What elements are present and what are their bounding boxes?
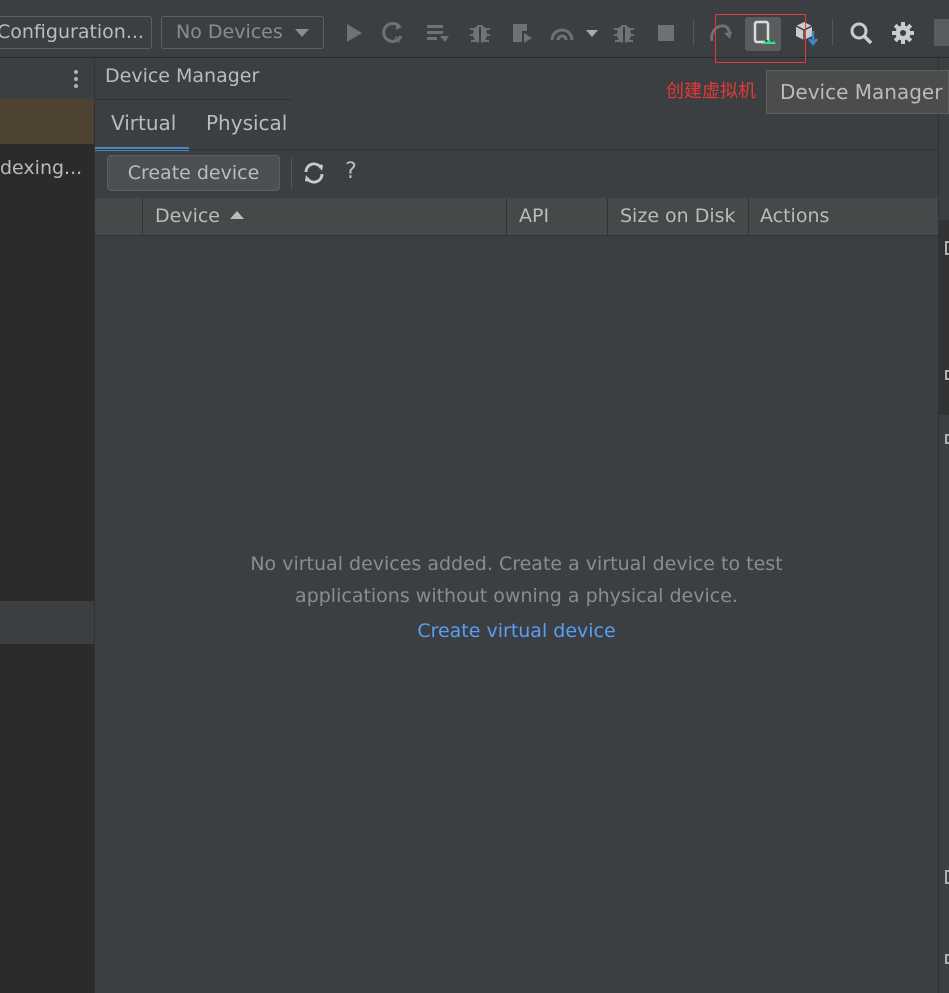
tooltip: Device Manager	[766, 70, 949, 114]
background-task-status: dexing...	[0, 144, 94, 194]
apply-changes-icon[interactable]: A	[380, 18, 408, 48]
device-table-header: Device API Size on Disk Actions	[95, 198, 938, 236]
tool-window-icon[interactable]	[945, 870, 949, 884]
empty-state-message: No virtual devices added. Create a virtu…	[95, 548, 938, 612]
create-virtual-device-link-text[interactable]: Create virtual device	[417, 620, 615, 642]
column-header-label: Device	[155, 205, 220, 227]
tool-window-icon[interactable]	[945, 434, 949, 444]
debug-attach-icon[interactable]	[611, 18, 639, 48]
device-selector[interactable]: No Devices	[161, 16, 324, 49]
toolbar-overflow-control[interactable]	[934, 19, 949, 46]
project-panel-divider-row	[0, 601, 94, 644]
attach-debugger-icon[interactable]	[548, 18, 576, 48]
divider	[95, 99, 293, 100]
svg-text:A: A	[393, 35, 400, 45]
toolbar-separator	[291, 158, 292, 188]
empty-state-line: No virtual devices added. Create a virtu…	[250, 553, 783, 575]
project-panel: dexing...	[0, 58, 95, 993]
more-dropdown-icon[interactable]	[578, 18, 606, 48]
project-panel-header	[0, 58, 94, 99]
gear-icon[interactable]	[889, 18, 917, 48]
run-configuration-selector[interactable]: Configuration...	[0, 16, 152, 49]
column-header-actions[interactable]: Actions	[748, 198, 938, 235]
create-device-button[interactable]: Create device	[107, 155, 280, 191]
column-header-label: Actions	[760, 205, 830, 227]
toolbar-separator	[832, 20, 833, 46]
highlight-box	[715, 14, 806, 63]
panel-title: Device Manager	[105, 65, 260, 87]
empty-state-line: applications without owning a physical d…	[295, 585, 738, 607]
tab-physical[interactable]: Physical	[190, 103, 303, 147]
create-virtual-device-link: Create virtual device	[95, 620, 938, 642]
debug-icon[interactable]	[466, 18, 494, 48]
column-header-api[interactable]: API	[507, 198, 607, 235]
column-header-label: API	[519, 205, 550, 227]
toolbar-separator	[693, 20, 694, 46]
tool-window-icon[interactable]	[945, 954, 949, 964]
device-selector-label: No Devices	[176, 21, 283, 43]
column-header-device[interactable]: Device	[143, 198, 506, 235]
column-header-label: Size on Disk	[620, 205, 736, 227]
background-task-label: dexing...	[0, 157, 83, 179]
tool-window-icon[interactable]	[945, 370, 949, 380]
more-options-icon[interactable]	[74, 70, 78, 88]
annotation-label: 创建虚拟机	[666, 81, 756, 102]
refresh-icon[interactable]	[302, 161, 326, 185]
tool-window-icon[interactable]	[945, 241, 949, 255]
profile-icon[interactable]	[508, 18, 536, 48]
main-toolbar: Configuration... No Devices A	[0, 0, 949, 58]
chevron-down-icon	[295, 29, 309, 37]
tab-virtual[interactable]: Virtual	[95, 103, 189, 151]
run-icon[interactable]	[340, 18, 368, 48]
project-tree-selected-row[interactable]	[0, 99, 94, 144]
stop-icon[interactable]	[652, 18, 680, 48]
column-header-size-on-disk[interactable]: Size on Disk	[608, 198, 748, 235]
divider	[95, 149, 938, 150]
search-icon[interactable]	[847, 18, 875, 48]
sort-ascending-icon	[229, 211, 244, 219]
apply-code-changes-icon[interactable]	[424, 18, 452, 48]
device-manager-panel: Device Manager Virtual Physical Create d…	[95, 58, 938, 993]
help-icon[interactable]: ?	[341, 158, 361, 186]
right-tool-strip	[938, 58, 949, 993]
